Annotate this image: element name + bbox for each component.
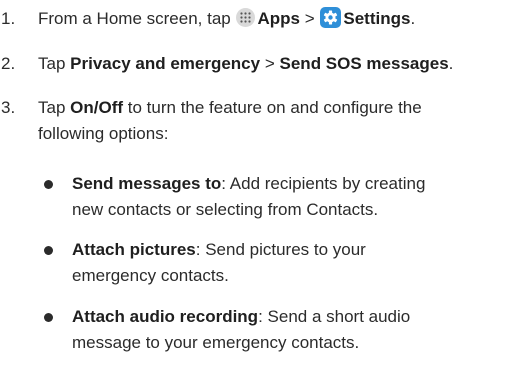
step-3: 3. Tap On/Off to turn the feature on and… — [0, 95, 526, 149]
option-send-messages-to: Send messages to: Add recipients by crea… — [0, 171, 526, 223]
step-2: 2. Tap Privacy and emergency > Send SOS … — [0, 51, 526, 77]
step-number: 2. — [1, 54, 16, 73]
option-text: Send messages to: Add recipients by crea… — [72, 174, 426, 219]
privacy-emergency-label: Privacy and emergency — [70, 54, 261, 73]
option-attach-pictures: Attach pictures: Send pictures to your e… — [0, 237, 526, 289]
bullet-icon — [44, 313, 53, 322]
step-number: 1. — [1, 9, 16, 28]
step-1: 1. From a Home screen, tap Apps > Settin… — [0, 6, 526, 32]
bullet-icon — [44, 246, 53, 255]
bullet-icon — [44, 180, 53, 189]
step-text: Tap Privacy and emergency > Send SOS mes… — [38, 54, 454, 73]
option-text: Attach pictures: Send pictures to your e… — [72, 240, 366, 285]
option-title: Attach audio recording — [72, 307, 259, 326]
step-number: 3. — [1, 98, 16, 117]
option-attach-audio-recording: Attach audio recording: Send a short aud… — [0, 304, 526, 356]
option-title: Attach pictures — [72, 240, 196, 259]
settings-gear-icon — [320, 7, 342, 28]
step-text: Tap On/Off to turn the feature on and co… — [38, 98, 422, 143]
option-text: Attach audio recording: Send a short aud… — [72, 307, 411, 352]
step-text: From a Home screen, tap Apps > Settings. — [38, 7, 416, 28]
settings-label: Settings — [343, 9, 411, 28]
separator: > — [304, 9, 315, 28]
send-sos-label: Send SOS messages — [279, 54, 449, 73]
apps-label: Apps — [257, 9, 300, 28]
on-off-label: On/Off — [70, 98, 124, 117]
apps-grid-icon — [236, 8, 256, 27]
separator: > — [264, 54, 275, 73]
option-title: Send messages to — [72, 174, 222, 193]
